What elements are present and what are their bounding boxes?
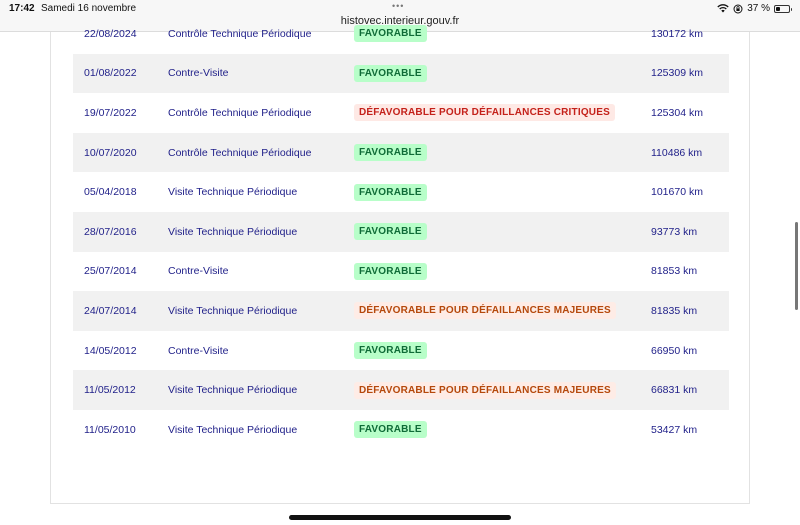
inspection-mileage: 130172 km [651, 27, 703, 40]
inspection-date: 19/07/2022 [84, 106, 137, 119]
table-row: 19/07/2022 Contrôle Technique Périodique D… [73, 93, 729, 133]
inspection-date: 11/05/2010 [84, 423, 136, 436]
result-badge: DÉFAVORABLE POUR DÉFAILLANCES MAJEURES [354, 302, 616, 320]
inspection-mileage: 66831 km [651, 384, 698, 397]
result-badge: FAVORABLE [354, 262, 427, 280]
inspection-date: 11/05/2012 [84, 384, 136, 397]
home-indicator[interactable] [289, 515, 511, 520]
inspection-result-cell: FAVORABLE [354, 144, 427, 162]
table-row: 22/08/2024 Contrôle Technique Périodique F… [73, 14, 729, 54]
inspection-date: 28/07/2016 [84, 225, 137, 238]
inspection-type: Visite Technique Périodique [168, 186, 298, 199]
inspection-date: 10/07/2020 [84, 146, 137, 159]
inspection-type: Visite Technique Périodique [168, 384, 298, 397]
table-row: 11/05/2010 Visite Technique Périodique FAV… [73, 410, 729, 450]
inspection-mileage: 81835 km [651, 304, 698, 317]
table-row: 24/07/2014 Visite Technique Périodique DÉF… [73, 291, 729, 331]
tab-options-icon[interactable]: ••• [392, 1, 404, 11]
table-row: 01/08/2022 Contre-Visite FAVORABLE 125309 k… [73, 53, 729, 94]
orientation-lock-icon [733, 4, 743, 13]
table-row: 11/05/2012 Visite Technique Périodique DÉF… [73, 370, 729, 410]
inspection-type: Visite Technique Périodique [168, 225, 298, 238]
inspection-type: Contre-Visite [168, 344, 229, 357]
inspection-type: Visite Technique Périodique [168, 304, 298, 317]
inspection-mileage: 125304 km [651, 106, 703, 119]
result-badge: FAVORABLE [354, 342, 427, 360]
inspection-type: Contrôle Technique Périodique [168, 27, 312, 40]
result-badge: DÉFAVORABLE POUR DÉFAILLANCES CRITIQUES [354, 104, 615, 122]
inspection-history-table: 22/08/2024 Contrôle Technique Périodique F… [73, 14, 729, 450]
inspection-mileage: 93773 km [651, 225, 698, 238]
table-row: 25/07/2014 Contre-Visite FAVORABLE 81853 km [73, 252, 729, 292]
table-row: 10/07/2020 Contrôle Technique Périodique F… [73, 132, 729, 173]
inspection-date: 01/08/2022 [84, 67, 137, 80]
inspection-result-cell: FAVORABLE [354, 183, 427, 201]
table-row: 05/04/2018 Visite Technique Périodique FAV… [73, 172, 729, 212]
battery-level [776, 6, 781, 11]
inspection-date: 14/05/2012 [84, 344, 137, 357]
inspection-type: Contre-Visite [168, 67, 229, 80]
inspection-result-cell: FAVORABLE [354, 64, 427, 82]
inspection-mileage: 125309 km [651, 67, 703, 80]
inspection-type: Contrôle Technique Périodique [168, 146, 312, 159]
scrollbar[interactable] [795, 222, 798, 310]
inspection-result-cell: DÉFAVORABLE POUR DÉFAILLANCES MAJEURES [354, 381, 616, 399]
inspection-date: 05/04/2018 [84, 186, 137, 199]
inspection-result-cell: FAVORABLE [354, 262, 427, 280]
result-badge: DÉFAVORABLE POUR DÉFAILLANCES MAJEURES [354, 381, 616, 399]
inspection-date: 25/07/2014 [84, 265, 137, 278]
inspection-result-cell: DÉFAVORABLE POUR DÉFAILLANCES MAJEURES [354, 302, 616, 320]
result-badge: FAVORABLE [354, 421, 427, 439]
result-badge: FAVORABLE [354, 183, 427, 201]
result-badge: FAVORABLE [354, 223, 427, 241]
inspection-mileage: 66950 km [651, 344, 698, 357]
inspection-result-cell: DÉFAVORABLE POUR DÉFAILLANCES CRITIQUES [354, 104, 615, 122]
table-row: 28/07/2016 Visite Technique Périodique FAV… [73, 211, 729, 252]
inspection-date: 22/08/2024 [84, 27, 137, 40]
result-badge: FAVORABLE [354, 144, 427, 162]
inspection-type: Visite Technique Périodique [168, 423, 298, 436]
battery-icon [774, 4, 792, 13]
inspection-history-card: 22/08/2024 Contrôle Technique Périodique F… [50, 25, 750, 504]
inspection-result-cell: FAVORABLE [354, 421, 427, 439]
status-date: Samedi 16 novembre [41, 3, 137, 14]
battery-percent: 37 % [747, 3, 770, 14]
inspection-result-cell: FAVORABLE [354, 25, 427, 43]
wifi-icon [717, 4, 729, 13]
inspection-date: 24/07/2014 [84, 304, 137, 317]
inspection-mileage: 110486 km [651, 146, 703, 159]
status-time: 17:42 [9, 3, 35, 14]
inspection-result-cell: FAVORABLE [354, 223, 427, 241]
inspection-mileage: 81853 km [651, 265, 698, 278]
inspection-mileage: 101670 km [651, 186, 703, 199]
inspection-type: Contre-Visite [168, 265, 229, 278]
result-badge: FAVORABLE [354, 64, 427, 82]
result-badge: FAVORABLE [354, 25, 427, 43]
inspection-type: Contrôle Technique Périodique [168, 106, 312, 119]
table-row: 14/05/2012 Contre-Visite FAVORABLE 66950 km [73, 331, 729, 371]
inspection-result-cell: FAVORABLE [354, 342, 427, 360]
status-indicators: 37 % [717, 3, 792, 14]
inspection-mileage: 53427 km [651, 423, 698, 436]
